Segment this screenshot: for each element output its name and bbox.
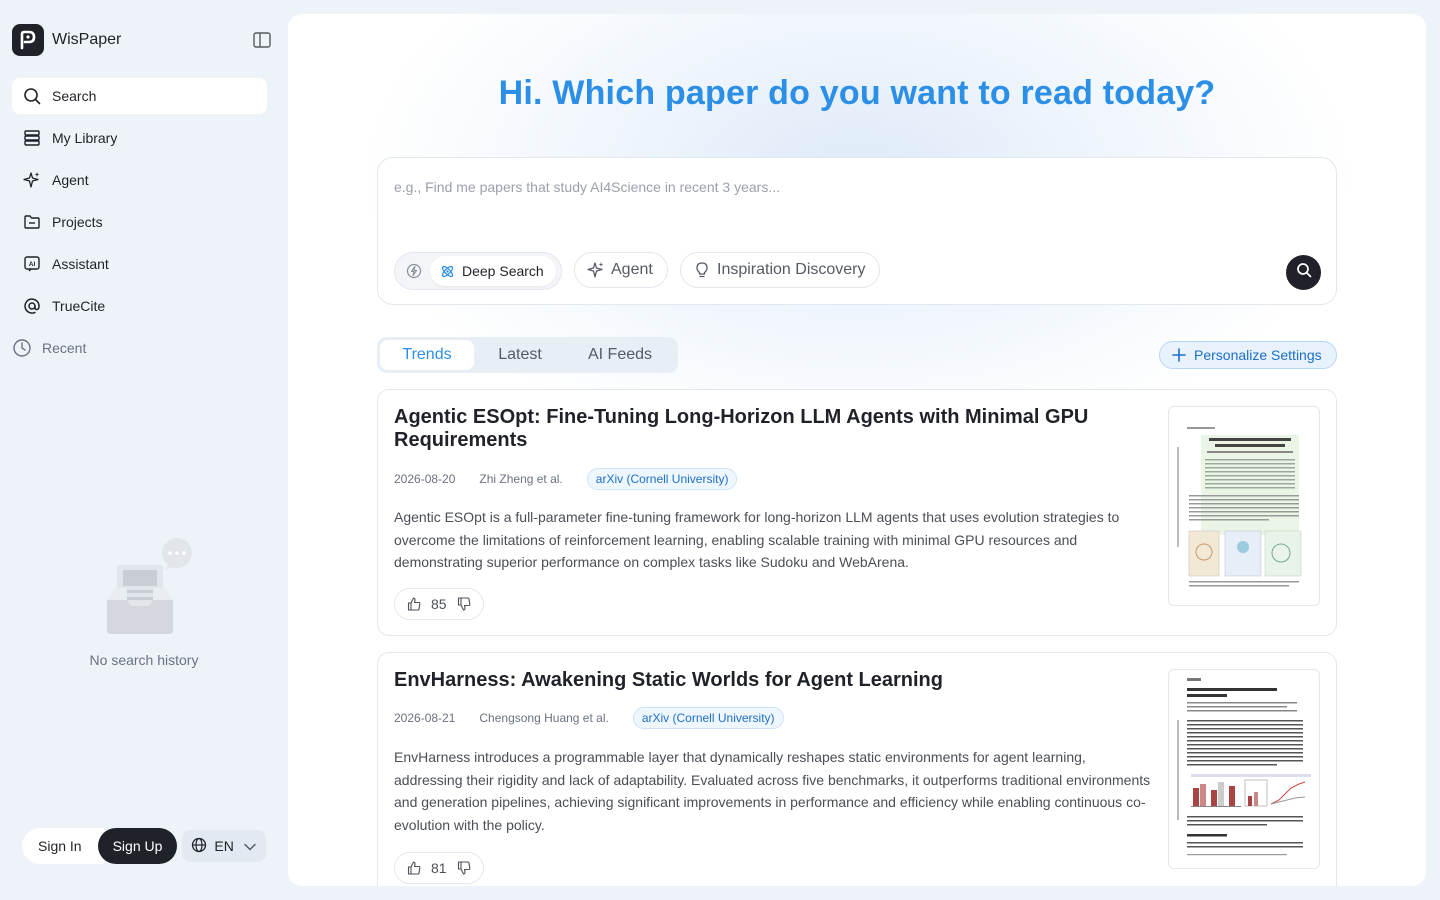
- library-icon: [23, 129, 41, 147]
- recent-section-header[interactable]: Recent: [12, 338, 86, 358]
- search-icon: [23, 87, 41, 105]
- vote-control: 81: [394, 852, 484, 884]
- paper-card[interactable]: EnvHarness: Awakening Static Worlds for …: [377, 652, 1337, 886]
- paper-card[interactable]: Agentic ESOpt: Fine-Tuning Long-Horizon …: [377, 389, 1337, 636]
- lightbulb-icon: [693, 261, 711, 279]
- thumbs-down-icon[interactable]: [457, 597, 471, 611]
- wispaper-logo: [12, 24, 44, 56]
- folder-icon: [23, 213, 41, 231]
- like-count: 85: [431, 596, 447, 612]
- empty-history-text: No search history: [89, 652, 199, 668]
- sidebar-item-label: Agent: [52, 172, 89, 188]
- agent-chip[interactable]: Agent: [574, 252, 668, 288]
- sidebar-item-my-library[interactable]: My Library: [12, 120, 267, 156]
- empty-history: No search history: [0, 538, 288, 668]
- personalize-label: Personalize Settings: [1194, 347, 1322, 363]
- recent-label: Recent: [42, 340, 87, 356]
- sidebar-item-search[interactable]: Search: [12, 78, 267, 114]
- sidebar-toggle-icon[interactable]: [252, 31, 272, 49]
- empty-inbox-illustration: [107, 538, 192, 634]
- inspiration-discovery-chip[interactable]: Inspiration Discovery: [680, 252, 880, 288]
- tab-ai-feeds[interactable]: AI Feeds: [566, 340, 674, 370]
- paper-title[interactable]: Agentic ESOpt: Fine-Tuning Long-Horizon …: [394, 406, 1134, 452]
- ai-icon: AI: [23, 255, 41, 273]
- sidebar-item-assistant[interactable]: AI Assistant: [12, 246, 267, 282]
- vote-control: 85: [394, 588, 484, 620]
- feed-tabs: Trends Latest AI Feeds: [377, 337, 678, 373]
- at-icon: [23, 297, 41, 315]
- paper-title[interactable]: EnvHarness: Awakening Static Worlds for …: [394, 669, 1134, 692]
- sparkle-icon: [587, 261, 605, 279]
- thumbs-up-icon[interactable]: [407, 597, 421, 611]
- deep-search-mode[interactable]: Deep Search: [430, 256, 556, 286]
- sparkle-icon: [23, 171, 41, 189]
- paper-authors: Zhi Zheng et al.: [479, 472, 563, 486]
- paper-date: 2026-08-20: [394, 472, 456, 486]
- sidebar-item-label: My Library: [52, 130, 118, 146]
- sign-up-button[interactable]: Sign Up: [97, 828, 178, 864]
- plus-icon: [1172, 348, 1186, 362]
- inspiration-chip-label: Inspiration Discovery: [717, 261, 866, 278]
- chevron-down-icon: [244, 838, 256, 854]
- language-label: EN: [214, 838, 234, 854]
- sidebar-item-projects[interactable]: Projects: [12, 204, 267, 240]
- main-panel: Hi. Which paper do you want to read toda…: [288, 14, 1426, 886]
- agent-chip-label: Agent: [611, 261, 653, 278]
- paper-authors: Chengsong Huang et al.: [479, 711, 609, 725]
- language-selector[interactable]: EN: [182, 830, 267, 862]
- paper-meta: 2026-08-20 Zhi Zheng et al. arXiv (Corne…: [394, 468, 738, 490]
- page-title: Hi. Which paper do you want to read toda…: [498, 74, 1216, 112]
- sidebar-item-label: Projects: [52, 214, 103, 230]
- search-icon: [1296, 262, 1312, 283]
- paper-date: 2026-08-21: [394, 711, 456, 725]
- sign-in-button[interactable]: Sign In: [22, 828, 104, 864]
- auth-bar: Sign In Sign Up EN: [22, 828, 267, 864]
- clock-icon: [12, 338, 32, 358]
- source-badge[interactable]: arXiv (Cornell University): [632, 707, 784, 729]
- app-name: WisPaper: [52, 31, 122, 48]
- thumbs-up-icon[interactable]: [407, 861, 421, 875]
- paper-thumbnail[interactable]: [1168, 406, 1320, 606]
- search-box: Deep Search Agent Inspiration Discovery: [377, 157, 1337, 305]
- tab-latest[interactable]: Latest: [474, 340, 566, 370]
- brand[interactable]: WisPaper: [12, 24, 121, 56]
- paper-summary: Agentic ESOpt is a full-parameter fine-t…: [394, 509, 1120, 570]
- sidebar-item-agent[interactable]: Agent: [12, 162, 267, 198]
- paper-thumbnail[interactable]: [1168, 669, 1320, 869]
- sidebar-item-truecite[interactable]: TrueCite: [12, 288, 267, 324]
- paper-summary: EnvHarness introduces a programmable lay…: [394, 749, 1151, 833]
- sidebar-item-label: TrueCite: [52, 298, 106, 314]
- tab-trends[interactable]: Trends: [380, 340, 474, 370]
- quick-search-mode-icon[interactable]: [398, 256, 430, 286]
- search-mode-toggle: Deep Search: [394, 252, 562, 290]
- sidebar-nav: Search My Library Agent Projects AI Assi…: [12, 78, 267, 330]
- svg-text:AI: AI: [29, 261, 36, 268]
- globe-icon: [191, 837, 207, 856]
- source-badge[interactable]: arXiv (Cornell University): [586, 468, 738, 490]
- sidebar-item-label: Assistant: [52, 256, 109, 272]
- search-submit-button[interactable]: [1286, 255, 1321, 290]
- like-count: 81: [431, 860, 447, 876]
- sidebar-item-label: Search: [52, 88, 97, 104]
- thumbs-down-icon[interactable]: [457, 861, 471, 875]
- deep-search-label: Deep Search: [462, 263, 544, 279]
- paper-meta: 2026-08-21 Chengsong Huang et al. arXiv …: [394, 707, 784, 729]
- atom-icon: [440, 264, 455, 279]
- sidebar: WisPaper Search My Library Agent Project…: [0, 0, 288, 900]
- personalize-settings-button[interactable]: Personalize Settings: [1159, 341, 1337, 369]
- search-input[interactable]: [394, 176, 1314, 198]
